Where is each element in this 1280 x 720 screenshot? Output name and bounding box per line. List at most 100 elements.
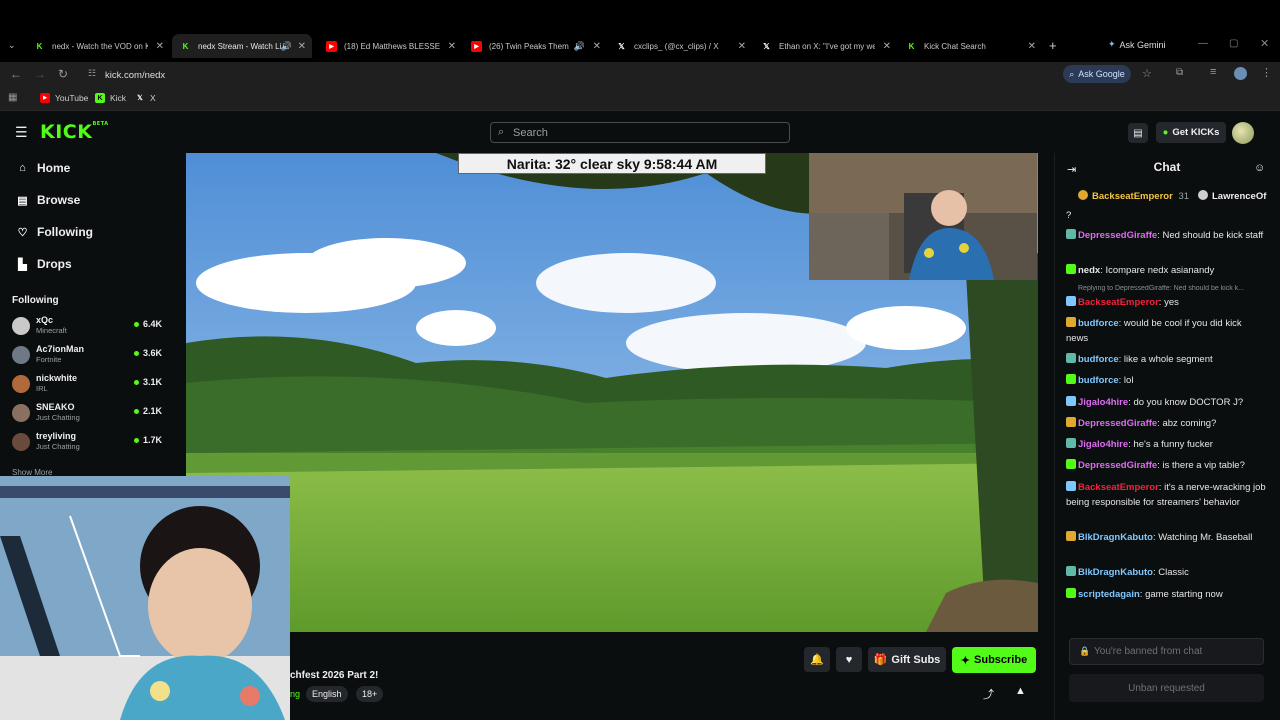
chat-username[interactable]: DepressedGiraffe bbox=[1078, 230, 1157, 241]
user-avatar[interactable] bbox=[1232, 122, 1254, 144]
forward-icon[interactable]: → bbox=[34, 67, 46, 81]
chat-text: he's a funny fucker bbox=[1133, 439, 1213, 450]
followed-channel[interactable]: Ac7ionMan Fortnite 3.6K bbox=[12, 343, 162, 369]
pinned-gifter-1[interactable]: BackseatEmperor 31 bbox=[1078, 190, 1189, 202]
chat-username[interactable]: BackseatEmperor bbox=[1078, 297, 1159, 308]
chat-username[interactable]: BlkDragnKabuto bbox=[1078, 532, 1153, 543]
chat-message[interactable]: nedx: Icompare nedx asianandy bbox=[1066, 264, 1266, 279]
ask-google-button[interactable]: ⌕ Ask Google bbox=[1063, 65, 1131, 83]
menu-kebab-icon[interactable]: ⋮ bbox=[1261, 66, 1272, 79]
nav-label: Browse bbox=[37, 193, 81, 207]
maximize-icon[interactable]: ▢ bbox=[1229, 38, 1238, 49]
notification-bell-button[interactable]: 🔔 bbox=[804, 647, 830, 672]
logo-badge: BETA bbox=[92, 121, 109, 127]
stream-category-link[interactable]: ng bbox=[290, 689, 300, 699]
unban-requested-button[interactable]: Unban requested bbox=[1069, 674, 1264, 702]
followed-channel[interactable]: xQc Minecraft 6.4K bbox=[12, 314, 162, 340]
bookmark-youtube[interactable]: ▶ YouTube bbox=[40, 93, 88, 103]
chat-message[interactable]: Jigalo4hire: do you know DOCTOR J? bbox=[1066, 396, 1266, 411]
tab-title: cxclips_ (@cx_clips) / X bbox=[634, 41, 719, 51]
followed-channel[interactable]: treyliving Just Chatting 1.7K bbox=[12, 430, 162, 456]
share-icon[interactable]: ⤴ bbox=[983, 686, 994, 702]
tag-rating[interactable]: 18+ bbox=[356, 686, 384, 702]
chat-username[interactable]: DepressedGiraffe bbox=[1078, 460, 1157, 471]
tab-6[interactable]: 𝕏 Ethan on X: "I've got my we ✕ bbox=[761, 36, 891, 56]
close-tab-icon[interactable]: ✕ bbox=[448, 41, 456, 52]
chat-message[interactable]: BackseatEmperor: it's a nerve-wracking j… bbox=[1066, 481, 1266, 510]
close-tab-icon[interactable]: ✕ bbox=[883, 41, 891, 52]
subscribe-button[interactable]: ✦ Subscribe bbox=[952, 647, 1036, 673]
close-tab-icon[interactable]: ✕ bbox=[156, 41, 164, 52]
chat-message[interactable]: DepressedGiraffe: is there a vip table? bbox=[1066, 459, 1266, 474]
nav-drops[interactable]: ▙ Drops bbox=[16, 257, 71, 271]
gift-subs-button[interactable]: 🎁 Gift Subs bbox=[868, 647, 946, 672]
chat-username[interactable]: Jigalo4hire bbox=[1078, 397, 1128, 408]
tab-4[interactable]: ▶ (26) Twin Peaks Theme 🔊 ✕ bbox=[471, 36, 601, 56]
close-tab-icon[interactable]: ✕ bbox=[593, 41, 601, 52]
tab-search-icon[interactable]: ⌄ bbox=[8, 40, 16, 51]
tab-5[interactable]: 𝕏 cxclips_ (@cx_clips) / X ✕ bbox=[616, 36, 746, 56]
close-tab-icon[interactable]: ✕ bbox=[298, 41, 306, 52]
minimize-icon[interactable]: — bbox=[1198, 38, 1208, 49]
kick-logo[interactable]: KICKBETA bbox=[40, 121, 109, 143]
chat-message[interactable]: BlkDragnKabuto: Classic bbox=[1066, 566, 1266, 581]
get-kicks-button[interactable]: ● Get KICKs bbox=[1156, 122, 1226, 143]
extensions-icon[interactable]: ⧉ bbox=[1176, 67, 1183, 78]
chat-message[interactable]: BackseatEmperor: yes bbox=[1066, 296, 1266, 311]
back-icon[interactable]: ← bbox=[10, 67, 22, 81]
search-input[interactable]: ⌕ Search bbox=[490, 122, 790, 143]
bookmark-kick[interactable]: K Kick bbox=[95, 93, 126, 103]
tab-7[interactable]: K Kick Chat Search ✕ bbox=[906, 36, 1036, 56]
followed-channel[interactable]: nickwhite IRL 3.1K bbox=[12, 372, 162, 398]
followed-channel[interactable]: SNEAKO Just Chatting 2.1K bbox=[12, 401, 162, 427]
chat-username[interactable]: DepressedGiraffe bbox=[1078, 418, 1157, 429]
chat-message[interactable]: DepressedGiraffe: Ned should be kick sta… bbox=[1066, 229, 1266, 244]
pinned-gifter-2[interactable]: LawrenceOf bbox=[1198, 190, 1280, 202]
profile-avatar[interactable] bbox=[1234, 67, 1247, 80]
speaker-icon[interactable]: 🔊 bbox=[574, 41, 585, 52]
chat-message[interactable]: DepressedGiraffe: abz coming? bbox=[1066, 417, 1266, 432]
bookmark-x[interactable]: 𝕏 X bbox=[135, 93, 156, 103]
media-control-icon[interactable]: ≡ bbox=[1210, 66, 1216, 78]
chat-message[interactable]: scriptedagain: game starting now bbox=[1066, 588, 1266, 603]
star-icon: ✦ bbox=[960, 654, 971, 667]
chat-username[interactable]: budforce bbox=[1078, 375, 1119, 386]
nav-home[interactable]: ⌂ Home bbox=[16, 161, 70, 175]
chat-input[interactable]: 🔒 You're banned from chat bbox=[1069, 638, 1264, 665]
logo-text: KICK bbox=[40, 121, 93, 143]
nav-browse[interactable]: ▤ Browse bbox=[16, 193, 80, 207]
close-window-icon[interactable]: ✕ bbox=[1260, 37, 1269, 50]
tab-1[interactable]: K nedx - Watch the VOD on K ✕ bbox=[34, 36, 164, 56]
hamburger-menu-icon[interactable]: ☰ bbox=[15, 124, 28, 141]
speaker-icon[interactable]: 🔊 bbox=[281, 41, 292, 52]
bookmark-star-icon[interactable]: ☆ bbox=[1142, 67, 1152, 80]
tab-2-active[interactable]: K nedx Stream - Watch Li 🔊 ✕ bbox=[172, 34, 312, 58]
chat-username[interactable]: Jigalo4hire bbox=[1078, 439, 1128, 450]
nav-following[interactable]: ♡ Following bbox=[16, 225, 93, 239]
chat-username[interactable]: BackseatEmperor bbox=[1078, 482, 1159, 493]
tag-language[interactable]: English bbox=[306, 686, 348, 702]
ask-gemini-button[interactable]: ✦ Ask Gemini bbox=[1108, 39, 1166, 50]
chat-message[interactable]: BlkDragnKabuto: Watching Mr. Baseball bbox=[1066, 531, 1266, 546]
follow-heart-button[interactable]: ♥ bbox=[836, 647, 862, 672]
report-warning-icon[interactable]: ▲ bbox=[1015, 685, 1026, 697]
chat-username[interactable]: budforce bbox=[1078, 318, 1119, 329]
chat-message[interactable]: budforce: like a whole segment bbox=[1066, 353, 1266, 368]
creator-dashboard-icon[interactable]: ▤ bbox=[1128, 123, 1148, 143]
close-tab-icon[interactable]: ✕ bbox=[1028, 41, 1036, 52]
new-tab-icon[interactable]: + bbox=[1049, 38, 1057, 53]
chat-users-icon[interactable]: ☺ bbox=[1254, 162, 1265, 174]
chat-username[interactable]: BlkDragnKabuto bbox=[1078, 567, 1153, 578]
tab-3[interactable]: ▶ (18) Ed Matthews BLESSES ✕ bbox=[326, 36, 456, 56]
chat-message[interactable]: budforce: lol bbox=[1066, 374, 1266, 389]
apps-grid-icon[interactable]: ▦ bbox=[8, 92, 17, 103]
reload-icon[interactable]: ↻ bbox=[58, 67, 68, 81]
chat-username[interactable]: budforce bbox=[1078, 354, 1119, 365]
chat-username[interactable]: scriptedagain bbox=[1078, 589, 1140, 600]
close-tab-icon[interactable]: ✕ bbox=[738, 41, 746, 52]
url-field[interactable]: kick.com/nedx bbox=[80, 66, 1060, 84]
chat-username[interactable]: nedx bbox=[1078, 265, 1100, 276]
chat-message[interactable]: budforce: would be cool if you did kick … bbox=[1066, 317, 1266, 346]
search-icon: ⌕ bbox=[498, 126, 505, 138]
chat-message[interactable]: Jigalo4hire: he's a funny fucker bbox=[1066, 438, 1266, 453]
